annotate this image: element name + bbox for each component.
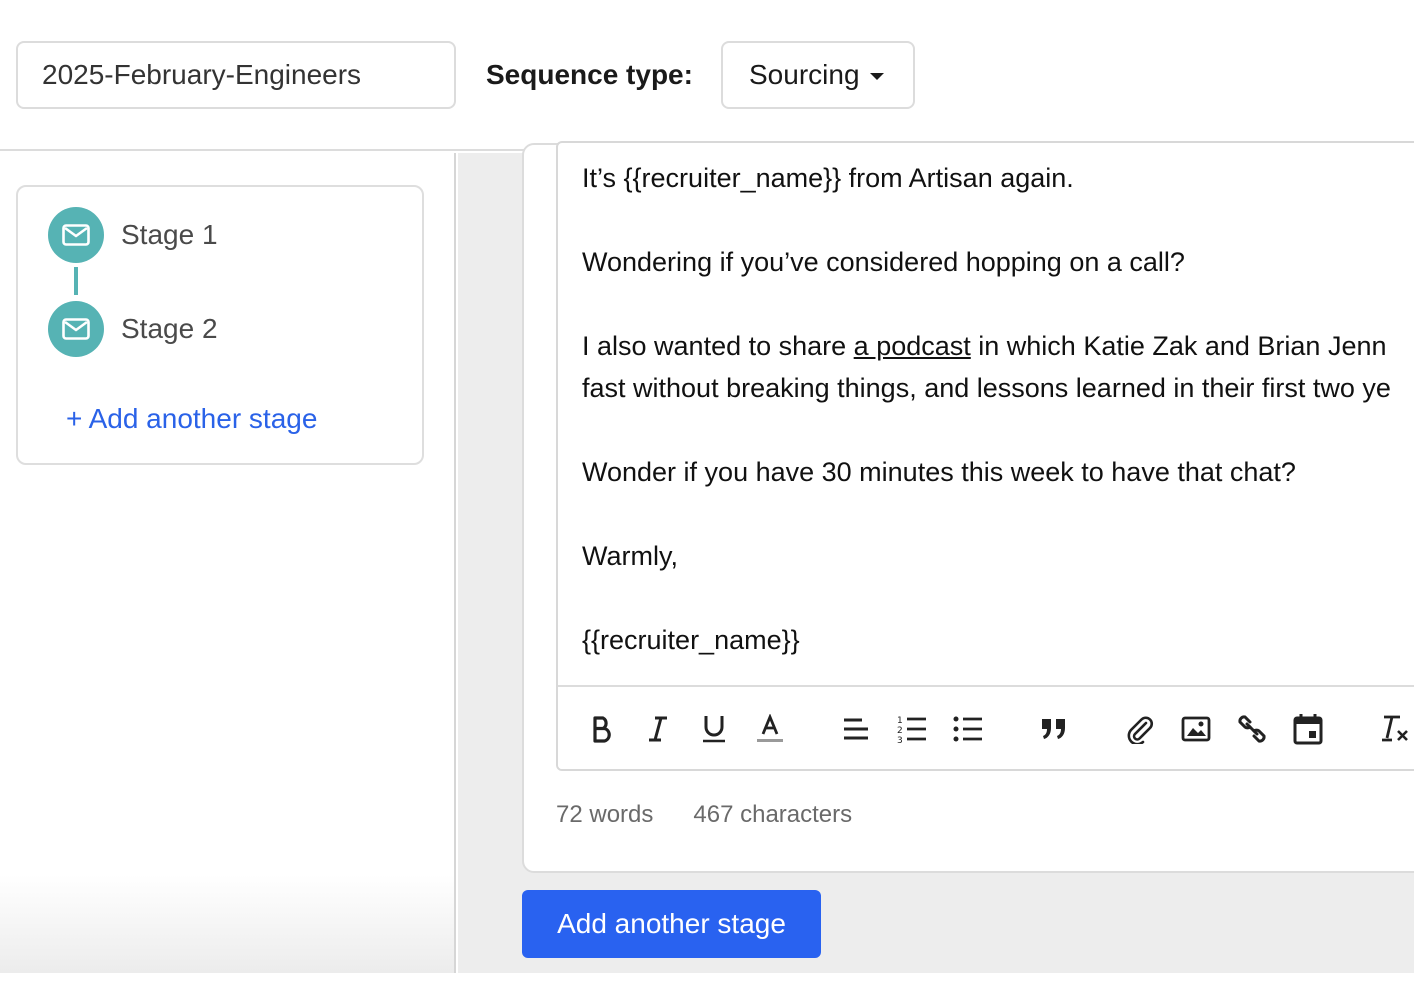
align-left-icon[interactable] xyxy=(838,709,874,749)
body-line: I also wanted to share a podcast in whic… xyxy=(582,325,1414,367)
stage-connector xyxy=(74,267,78,295)
sequence-type-label: Sequence type: xyxy=(486,59,693,90)
bulleted-list-icon[interactable] xyxy=(950,709,986,749)
body-line: It’s {{recruiter_name}} from Artisan aga… xyxy=(582,163,1074,193)
link-icon[interactable] xyxy=(1234,709,1270,749)
image-icon[interactable] xyxy=(1178,709,1214,749)
quote-icon[interactable] xyxy=(1036,709,1072,749)
body-line: Warmly, xyxy=(582,541,678,571)
word-char-counts: 72 words 467 characters xyxy=(556,801,852,829)
stages-sidebar: Stage 1 Stage 2 + Add another stage xyxy=(0,153,456,973)
attachment-icon[interactable] xyxy=(1122,709,1158,749)
italic-icon[interactable] xyxy=(640,709,676,749)
stages-card: Stage 1 Stage 2 + Add another stage xyxy=(16,185,424,465)
email-body-text[interactable]: It’s {{recruiter_name}} from Artisan aga… xyxy=(582,157,1414,661)
body-line: {{recruiter_name}} xyxy=(582,625,800,655)
stage-editor-area: It’s {{recruiter_name}} from Artisan aga… xyxy=(458,141,1414,973)
add-stage-link[interactable]: + Add another stage xyxy=(66,403,317,435)
calendar-icon[interactable] xyxy=(1290,709,1326,749)
clear-format-icon[interactable] xyxy=(1376,709,1412,749)
mail-icon xyxy=(48,301,104,357)
caret-down-icon xyxy=(869,72,884,80)
stage-item-2[interactable]: Stage 2 xyxy=(48,301,218,357)
editor-toolbar: 123 xyxy=(558,685,1414,769)
top-bar: Sequence type: Sourcing xyxy=(0,0,1414,151)
svg-text:2: 2 xyxy=(897,726,903,736)
word-count: 72 words xyxy=(556,801,654,828)
add-another-stage-button[interactable]: Add another stage xyxy=(522,890,821,958)
text-color-icon[interactable] xyxy=(752,709,788,749)
body-line: fast without breaking things, and lesson… xyxy=(582,373,1391,403)
numbered-list-icon[interactable]: 123 xyxy=(894,709,930,749)
stage-2-label: Stage 2 xyxy=(121,313,218,344)
underline-icon[interactable] xyxy=(696,709,732,749)
sequence-type-select[interactable]: Sourcing xyxy=(721,41,915,109)
svg-text:1: 1 xyxy=(897,716,903,726)
stage-1-label: Stage 1 xyxy=(121,219,218,250)
body-line: Wondering if you’ve considered hopping o… xyxy=(582,247,1185,277)
email-body-editor[interactable]: It’s {{recruiter_name}} from Artisan aga… xyxy=(556,141,1414,771)
body-line: Wonder if you have 30 minutes this week … xyxy=(582,457,1296,487)
sequence-type-value: Sourcing xyxy=(749,59,860,90)
bold-icon[interactable] xyxy=(584,709,620,749)
podcast-link[interactable]: a podcast xyxy=(854,331,971,361)
mail-icon xyxy=(48,207,104,263)
svg-text:3: 3 xyxy=(897,736,903,744)
stage-item-1[interactable]: Stage 1 xyxy=(48,207,218,263)
char-count: 467 characters xyxy=(693,801,853,828)
body-text: I also wanted to share xyxy=(582,331,854,361)
sequence-name-input[interactable] xyxy=(16,41,456,109)
stage-card: It’s {{recruiter_name}} from Artisan aga… xyxy=(522,141,1414,873)
body-text: in which Katie Zak and Brian Jenn xyxy=(970,331,1387,361)
